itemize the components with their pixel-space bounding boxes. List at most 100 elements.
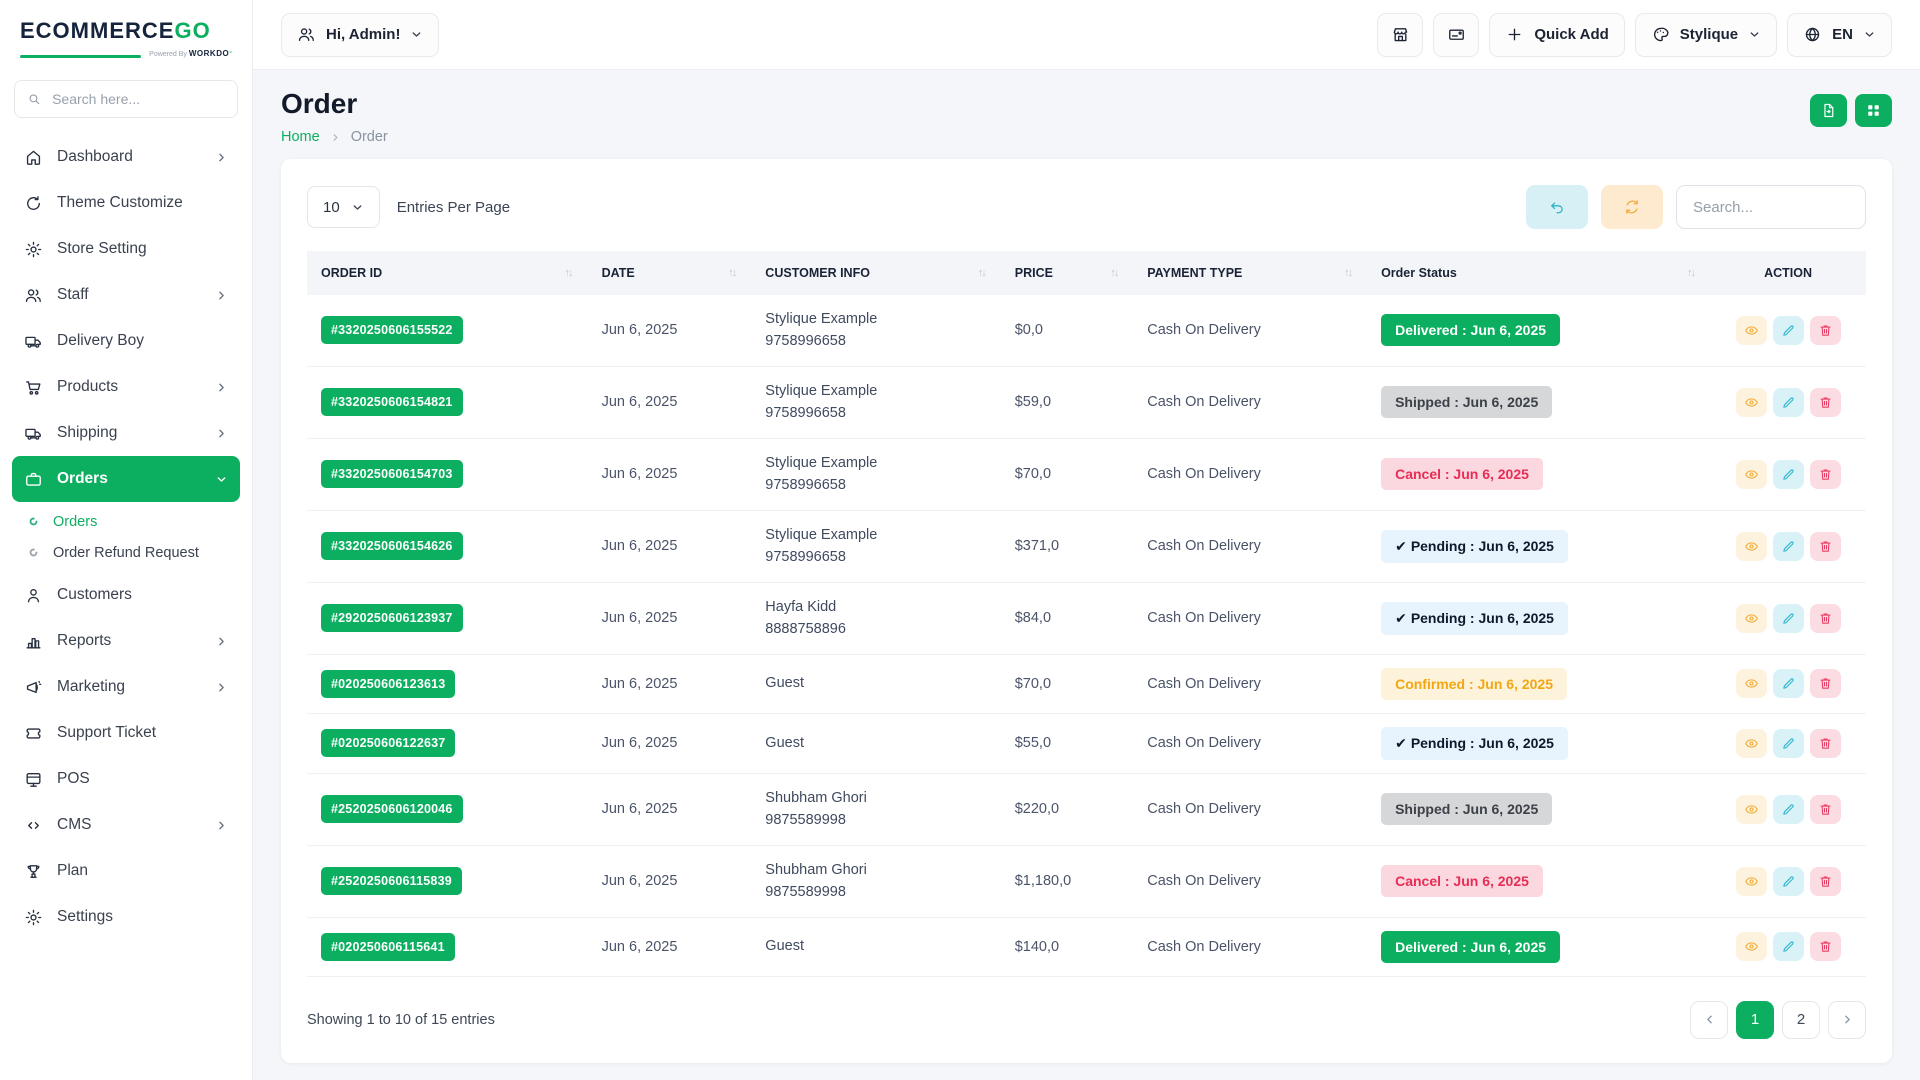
- sidebar-item-staff[interactable]: Staff: [12, 272, 240, 318]
- quick-add-label: Quick Add: [1534, 26, 1608, 43]
- column-header-date[interactable]: DATE↑↓: [588, 251, 752, 295]
- view-order-button[interactable]: [1736, 932, 1767, 961]
- sidebar-item-shipping[interactable]: Shipping: [12, 410, 240, 456]
- sidebar-item-orders[interactable]: Orders: [12, 456, 240, 502]
- sort-icon[interactable]: ↑↓: [728, 267, 737, 279]
- edit-order-button[interactable]: [1773, 795, 1804, 824]
- sidebar-subitem-order-refund-request[interactable]: Order Refund Request: [12, 537, 240, 568]
- edit-order-button[interactable]: [1773, 669, 1804, 698]
- edit-order-button[interactable]: [1773, 604, 1804, 633]
- refresh-button[interactable]: [1601, 185, 1663, 229]
- sort-icon[interactable]: ↑↓: [1344, 267, 1353, 279]
- view-order-button[interactable]: [1736, 867, 1767, 896]
- grid-view-button[interactable]: [1855, 94, 1892, 127]
- view-order-button[interactable]: [1736, 388, 1767, 417]
- delete-order-button[interactable]: [1810, 729, 1841, 758]
- column-header-label: ACTION: [1764, 266, 1812, 280]
- sort-icon[interactable]: ↑↓: [1687, 267, 1696, 279]
- sort-icon[interactable]: ↑↓: [565, 267, 574, 279]
- table-search-input[interactable]: [1676, 185, 1866, 229]
- delete-order-button[interactable]: [1810, 604, 1841, 633]
- sidebar-item-support-ticket[interactable]: Support Ticket: [12, 710, 240, 756]
- edit-order-button[interactable]: [1773, 867, 1804, 896]
- order-id-badge[interactable]: #2520250606115839: [321, 867, 462, 895]
- entries-per-page-select[interactable]: 10: [307, 186, 380, 228]
- view-order-button[interactable]: [1736, 729, 1767, 758]
- pagination-next-button[interactable]: [1828, 1001, 1866, 1039]
- brand-logo[interactable]: ECOMMERCEGO Powered By WORKDO°: [0, 14, 252, 66]
- sort-icon[interactable]: ↑↓: [978, 267, 987, 279]
- view-order-button[interactable]: [1736, 669, 1767, 698]
- undo-button[interactable]: [1526, 185, 1588, 229]
- theme-selector-button[interactable]: Stylique: [1635, 13, 1777, 57]
- view-order-button[interactable]: [1736, 604, 1767, 633]
- view-order-button[interactable]: [1736, 795, 1767, 824]
- sidebar-item-pos[interactable]: POS: [12, 756, 240, 802]
- order-id-badge[interactable]: #3320250606154626: [321, 532, 463, 560]
- delete-order-button[interactable]: [1810, 932, 1841, 961]
- delete-order-button[interactable]: [1810, 316, 1841, 345]
- sidebar-subitem-orders[interactable]: Orders: [12, 506, 240, 537]
- order-id-badge[interactable]: #3320250606155522: [321, 316, 463, 344]
- edit-order-button[interactable]: [1773, 316, 1804, 345]
- sidebar-item-cms[interactable]: CMS: [12, 802, 240, 848]
- view-order-button[interactable]: [1736, 532, 1767, 561]
- column-header-customer-info[interactable]: CUSTOMER INFO↑↓: [751, 251, 1000, 295]
- table-row: #3320250606154626Jun 6, 2025Stylique Exa…: [307, 510, 1866, 582]
- table-row: #2520250606115839Jun 6, 2025Shubham Ghor…: [307, 845, 1866, 917]
- sidebar-item-theme-customize[interactable]: Theme Customize: [12, 180, 240, 226]
- sidebar-item-delivery-boy[interactable]: Delivery Boy: [12, 318, 240, 364]
- pencil-icon: [1781, 676, 1796, 691]
- order-id-badge[interactable]: #2520250606120046: [321, 795, 463, 823]
- delete-order-button[interactable]: [1810, 460, 1841, 489]
- column-header-order-status[interactable]: Order Status↑↓: [1367, 251, 1710, 295]
- order-id-badge[interactable]: #020250606122637: [321, 729, 455, 757]
- edit-order-button[interactable]: [1773, 729, 1804, 758]
- trash-icon: [1818, 874, 1833, 889]
- sidebar-item-plan[interactable]: Plan: [12, 848, 240, 894]
- delete-order-button[interactable]: [1810, 669, 1841, 698]
- breadcrumb-home-link[interactable]: Home: [281, 129, 320, 145]
- column-header-price[interactable]: PRICE↑↓: [1001, 251, 1134, 295]
- user-menu-button[interactable]: Hi, Admin!: [281, 13, 439, 57]
- sidebar-item-settings[interactable]: Settings: [12, 894, 240, 940]
- sidebar-item-dashboard[interactable]: Dashboard: [12, 134, 240, 180]
- delete-order-button[interactable]: [1810, 867, 1841, 896]
- sidebar-item-store-setting[interactable]: Store Setting: [12, 226, 240, 272]
- delete-order-button[interactable]: [1810, 532, 1841, 561]
- column-header-payment-type[interactable]: PAYMENT TYPE↑↓: [1133, 251, 1367, 295]
- table-row: #3320250606155522Jun 6, 2025Stylique Exa…: [307, 295, 1866, 366]
- logo-text: ECOMMERCEGO: [20, 18, 232, 44]
- pagination-prev-button[interactable]: [1690, 1001, 1728, 1039]
- edit-order-button[interactable]: [1773, 532, 1804, 561]
- sidebar-item-reports[interactable]: Reports: [12, 618, 240, 664]
- chevron-down-icon: [1863, 28, 1876, 41]
- order-id-badge[interactable]: #2920250606123937: [321, 604, 463, 632]
- language-selector-button[interactable]: EN: [1787, 13, 1892, 57]
- order-id-badge[interactable]: #3320250606154703: [321, 460, 463, 488]
- sidebar-item-label: Store Setting: [57, 240, 147, 258]
- sidebar-item-customers[interactable]: Customers: [12, 572, 240, 618]
- pagination-page-2[interactable]: 2: [1782, 1001, 1820, 1039]
- order-id-badge[interactable]: #3320250606154821: [321, 388, 463, 416]
- order-id-badge[interactable]: #020250606115641: [321, 933, 455, 961]
- storefront-button[interactable]: [1377, 13, 1423, 57]
- order-id-badge[interactable]: #020250606123613: [321, 670, 455, 698]
- mail-button[interactable]: [1433, 13, 1479, 57]
- row-actions: [1724, 604, 1852, 633]
- edit-order-button[interactable]: [1773, 460, 1804, 489]
- sidebar-item-marketing[interactable]: Marketing: [12, 664, 240, 710]
- view-order-button[interactable]: [1736, 316, 1767, 345]
- delete-order-button[interactable]: [1810, 795, 1841, 824]
- edit-order-button[interactable]: [1773, 932, 1804, 961]
- delete-order-button[interactable]: [1810, 388, 1841, 417]
- pagination-page-1[interactable]: 1: [1736, 1001, 1774, 1039]
- sort-icon[interactable]: ↑↓: [1110, 267, 1119, 279]
- view-order-button[interactable]: [1736, 460, 1767, 489]
- quick-add-button[interactable]: Quick Add: [1489, 13, 1624, 57]
- sidebar-item-products[interactable]: Products: [12, 364, 240, 410]
- column-header-order-id[interactable]: ORDER ID↑↓: [307, 251, 588, 295]
- export-button[interactable]: [1810, 94, 1847, 127]
- sidebar-search-input[interactable]: [50, 90, 225, 108]
- edit-order-button[interactable]: [1773, 388, 1804, 417]
